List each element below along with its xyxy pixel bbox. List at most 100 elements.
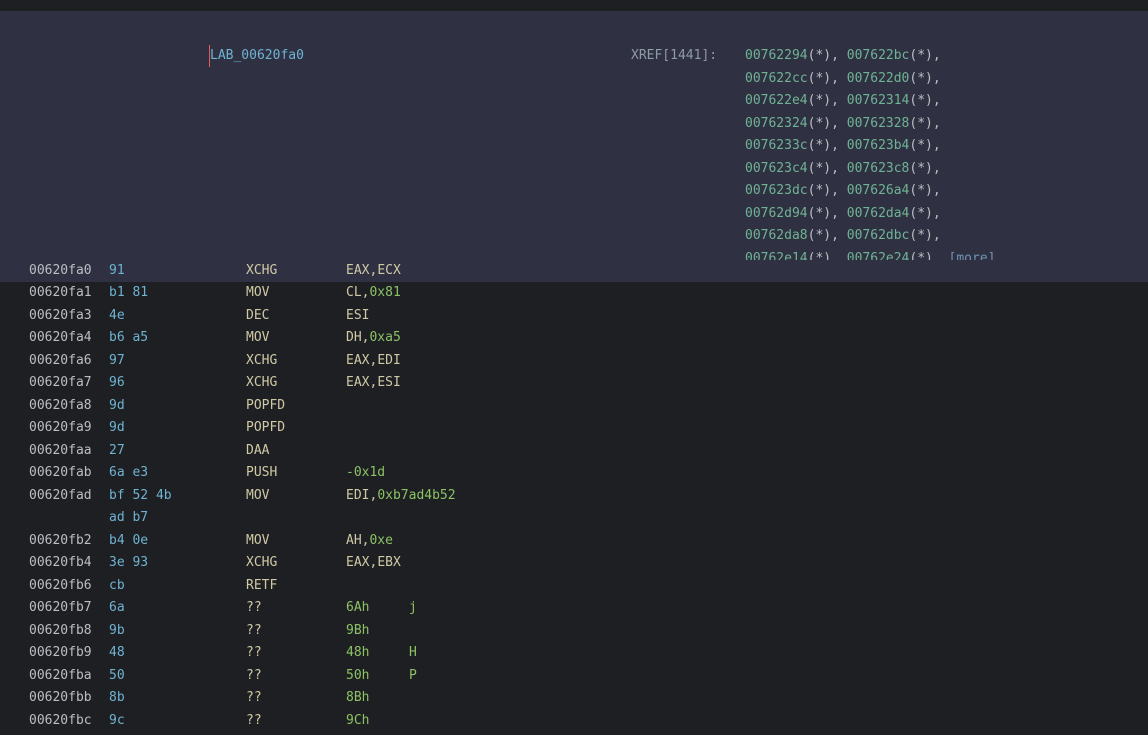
instruction-row[interactable]: 00620fb4 3e 93 XCHG EAX,EBX	[0, 552, 1148, 574]
instruction-mnemonic: ??	[246, 667, 262, 683]
instruction-bytes: 9c	[109, 712, 125, 728]
xref-address-link[interactable]: 007623b4	[847, 138, 910, 153]
operand-register[interactable]: EAX	[346, 555, 369, 570]
xref-line: 007622cc(*), 007622d0(*),	[745, 68, 941, 90]
xref-address-link[interactable]: 007623c8	[847, 161, 910, 176]
operand-scalar[interactable]: 9Bh	[346, 623, 369, 638]
xref-line: 0076233c(*), 007623b4(*),	[745, 135, 941, 157]
instruction-row[interactable]: 00620fa9 9d POPFD	[0, 417, 1148, 439]
operand-scalar[interactable]: 0xb7ad4b52	[377, 488, 455, 503]
xref-address-link[interactable]: 00762da4	[847, 206, 910, 221]
xref-suffix: (*),	[909, 183, 941, 198]
operand-scalar[interactable]: 8Bh	[346, 690, 369, 705]
xref-address-link[interactable]: 00762314	[847, 93, 910, 108]
instruction-bytes: 9d	[109, 397, 125, 413]
instruction-address: 00620fbb	[29, 690, 92, 705]
instruction-address: 00620fa1	[29, 285, 92, 300]
instruction-mnemonic: PUSH	[246, 465, 278, 480]
operand-register[interactable]: ECX	[377, 263, 400, 278]
operand-scalar[interactable]: 50h	[346, 668, 369, 683]
xref-address-link[interactable]: 00762d94	[745, 206, 808, 221]
xref-address-link[interactable]: 00762328	[847, 116, 910, 131]
instruction-operands: 9Bh	[346, 620, 369, 642]
instruction-operands: EAX,ECX	[346, 260, 401, 282]
operand-register[interactable]: EAX	[346, 263, 369, 278]
xref-address-link[interactable]: 007622bc	[847, 48, 910, 63]
instruction-row[interactable]: 00620fb9 48?? 48h H	[0, 642, 1148, 664]
instruction-operands: -0x1d	[346, 462, 385, 484]
instruction-operands: ESI	[346, 305, 369, 327]
xref-address-link[interactable]: 007626a4	[847, 183, 910, 198]
instruction-row[interactable]: 00620fb6 cb RETF	[0, 575, 1148, 597]
operand-register[interactable]: EAX	[346, 375, 369, 390]
operand-register[interactable]: EBX	[377, 555, 400, 570]
operand-register[interactable]: CL	[346, 285, 362, 300]
instruction-address: 00620fbc	[29, 712, 92, 728]
instruction-row[interactable]: 00620fbc 9c?? 9Ch	[0, 710, 1148, 732]
operand-register[interactable]: ESI	[377, 375, 400, 390]
instruction-row[interactable]: 00620fa6 97 XCHG EAX,EDI	[0, 350, 1148, 372]
operand-register[interactable]: EDI	[377, 353, 400, 368]
instruction-row[interactable]: 00620faa 27 DAA	[0, 440, 1148, 462]
disassembly-listing[interactable]: 00620f9f 53 ?? 53h S LAB_00620fa0 XREF[1…	[0, 0, 1148, 735]
instruction-bytes: b1 81	[109, 285, 149, 300]
operand-scalar[interactable]: 6Ah	[346, 600, 369, 615]
operand-register[interactable]: EAX	[346, 353, 369, 368]
xref-address-link[interactable]: 0076233c	[745, 138, 808, 153]
operand-register[interactable]: DH	[346, 330, 362, 345]
operand-scalar[interactable]: 0xa5	[369, 330, 400, 345]
operand-scalar[interactable]: -0x1d	[346, 465, 385, 480]
instruction-row[interactable]: 00620fba 50?? 50h P	[0, 665, 1148, 687]
code-label[interactable]: LAB_00620fa0	[209, 45, 304, 67]
instruction-row[interactable]: 00620fa3 4e DEC ESI	[0, 305, 1148, 327]
instruction-address: 00620fad	[29, 487, 92, 503]
xref-line: 00762d94(*), 00762da4(*),	[745, 203, 941, 225]
operand-scalar[interactable]: 9Ch	[346, 713, 369, 728]
instruction-row[interactable]: 00620fbb 8b?? 8Bh	[0, 687, 1148, 709]
instruction-address: 00620fa7	[29, 375, 92, 390]
operand-register[interactable]: AH	[346, 533, 362, 548]
xref-line: 007622e4(*), 00762314(*),	[745, 90, 941, 112]
xref-address-link[interactable]: 007623c4	[745, 161, 808, 176]
instruction-mnemonic: ??	[246, 600, 262, 615]
operand-scalar[interactable]: 48h	[346, 645, 369, 660]
instruction-operands: 8Bh	[346, 687, 369, 709]
xref-address-link[interactable]: 00762324	[745, 116, 808, 131]
operand-scalar[interactable]: 0x81	[369, 285, 400, 300]
operand-scalar[interactable]: 0xe	[369, 533, 392, 548]
xref-address-link[interactable]: 007623dc	[745, 183, 808, 198]
instruction-row[interactable]: 00620fa1 b1 81 MOV CL,0x81	[0, 282, 1148, 304]
xref-suffix: (*),	[909, 115, 941, 131]
xref-address-link[interactable]: 007622d0	[847, 71, 910, 86]
xref-address-link[interactable]: 00762da8	[745, 228, 808, 243]
instruction-row[interactable]: 00620fab 6a e3 PUSH -0x1d	[0, 462, 1148, 484]
xref-address-link[interactable]: 007622cc	[745, 71, 808, 86]
operand-register[interactable]: ESI	[346, 308, 369, 323]
instruction-row[interactable]: 00620fb7 6a?? 6Ah j	[0, 597, 1148, 619]
instruction-address: 00620fa0	[29, 262, 92, 278]
xref-address-link[interactable]: 00762294	[745, 48, 808, 63]
instruction-row[interactable]: 00620fa7 96 XCHG EAX,ESI	[0, 372, 1148, 394]
instruction-bytes: 91	[109, 262, 125, 278]
label-block: LAB_00620fa0 XREF[1441]: 00762294 (*), 00…	[0, 11, 1148, 282]
instruction-row[interactable]: 00620fa8 9d POPFD	[0, 395, 1148, 417]
instruction-mnemonic: RETF	[246, 577, 278, 593]
xref-suffix: (*),	[807, 70, 847, 86]
instruction-bytes: cb	[109, 577, 125, 593]
instruction-row[interactable]: 00620fad bf 52 4b MOV EDI,0xb7ad4b52	[0, 485, 1148, 507]
listing-row-partial[interactable]: 00620f9f 53 ?? 53h S	[0, 0, 1148, 117]
instruction-operands: EAX,ESI	[346, 372, 401, 394]
instruction-row[interactable]: 00620fa0 91 XCHG EAX,ECX	[0, 259, 1148, 282]
xref-header: XREF[1441]:	[631, 48, 718, 63]
xref-suffix: (*),	[909, 205, 941, 221]
instruction-row[interactable]: 00620fb8 9b?? 9Bh	[0, 620, 1148, 642]
instruction-operands: 50h	[346, 665, 369, 687]
xref-address-link[interactable]: 007622e4	[745, 93, 808, 108]
instruction-address: 00620fa9	[29, 420, 92, 435]
instruction-address: 00620fb4	[29, 555, 92, 570]
xref-address-link[interactable]: 00762dbc	[847, 228, 910, 243]
operand-register[interactable]: EDI	[346, 488, 369, 503]
instruction-row[interactable]: ad b7	[0, 507, 1148, 529]
instruction-row[interactable]: 00620fb2 b4 0e MOV AH,0xe	[0, 530, 1148, 552]
instruction-row[interactable]: 00620fa4 b6 a5 MOV DH,0xa5	[0, 327, 1148, 349]
